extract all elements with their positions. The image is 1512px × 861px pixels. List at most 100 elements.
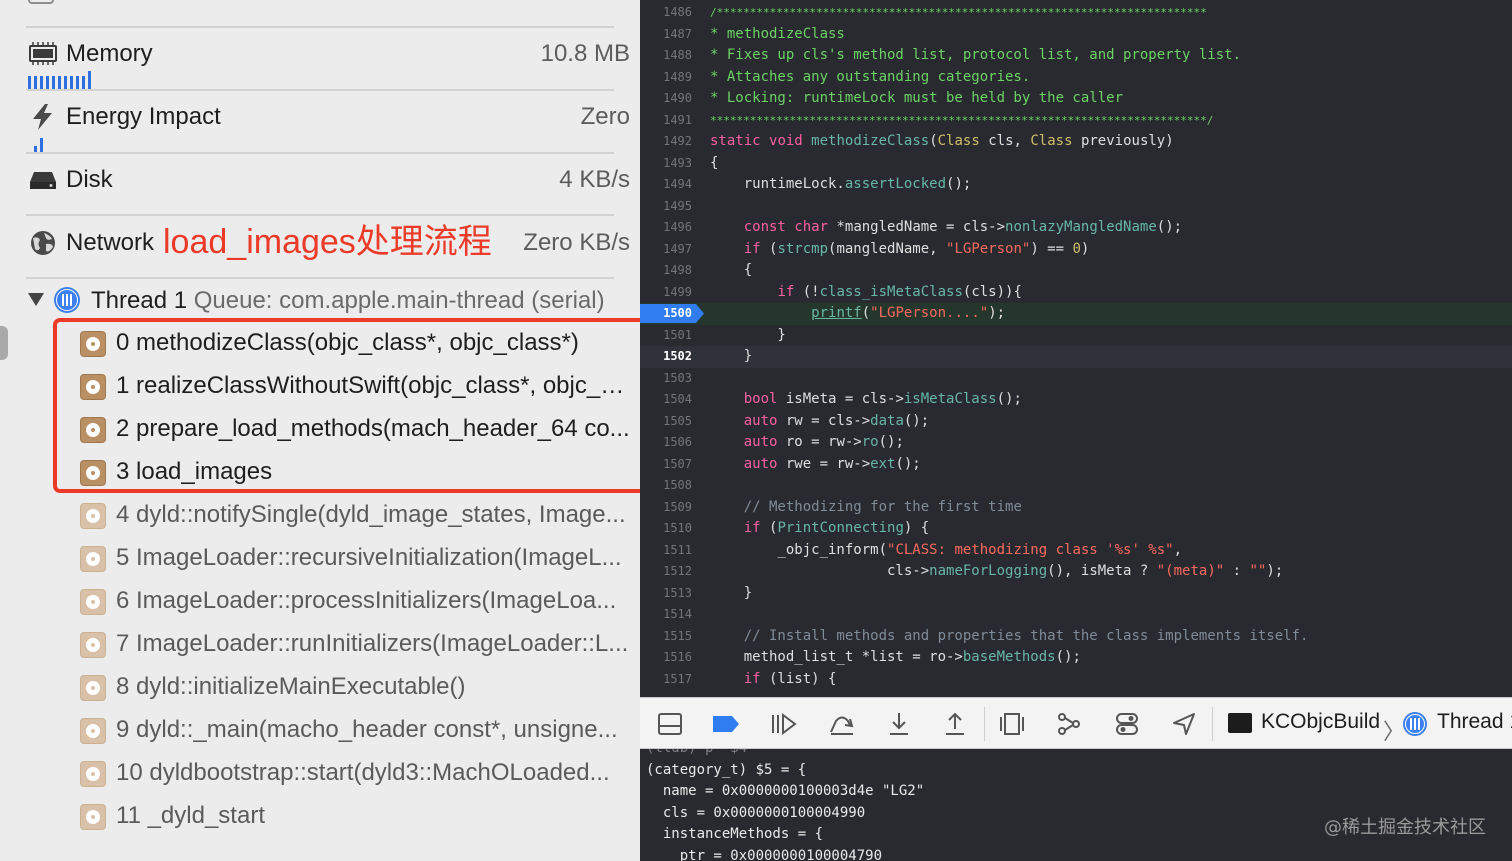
thread-breadcrumb[interactable]: Thread 1 xyxy=(1437,710,1512,734)
line-number: 1503 xyxy=(663,370,692,385)
code-line[interactable]: 1488 * Fixes up cls's method list, protoc… xyxy=(640,45,1512,67)
code-line[interactable]: 1501 } xyxy=(640,325,1512,347)
line-number: 1493 xyxy=(663,155,692,170)
code-text: } xyxy=(710,348,753,364)
highlight-box xyxy=(53,318,640,493)
line-number: 1516 xyxy=(663,650,692,664)
code-line[interactable]: 1496 const char *mangledName = cls->nonl… xyxy=(640,217,1512,239)
breakpoints-toggle-icon[interactable] xyxy=(712,711,740,737)
memory-gauge[interactable]: Memory 10.8 MB xyxy=(26,29,630,89)
code-line[interactable]: 1514 xyxy=(640,604,1512,626)
step-into-icon[interactable] xyxy=(886,711,912,737)
splitter-handle[interactable] xyxy=(0,326,8,360)
code-line[interactable]: 1515 // Install methods and properties t… xyxy=(640,626,1512,648)
line-number: 1511 xyxy=(663,542,692,557)
memory-usage-bars xyxy=(28,71,91,89)
line-number: 1496 xyxy=(663,220,692,234)
hide-debug-area-icon[interactable] xyxy=(657,711,683,737)
stack-frame[interactable]: 10 dyldbootstrap::start(dyld3::MachOLoad… xyxy=(80,752,632,795)
debug-memory-graph-icon[interactable] xyxy=(1056,711,1082,737)
scheme-breadcrumb[interactable]: KCObjcBuild xyxy=(1261,710,1380,734)
code-line[interactable]: 1512 cls->nameForLogging(), isMeta ? "(m… xyxy=(640,561,1512,583)
line-number: 1508 xyxy=(663,478,692,492)
code-line[interactable]: 1509 // Methodizing for the first time xyxy=(640,497,1512,519)
code-line[interactable]: 1499 if (!class_isMetaClass(cls)){ xyxy=(640,282,1512,304)
continue-icon[interactable] xyxy=(769,711,797,737)
line-number: 1506 xyxy=(663,435,692,449)
divider xyxy=(26,89,614,91)
code-line[interactable]: 1513 } xyxy=(640,583,1512,605)
step-out-icon[interactable] xyxy=(942,711,968,737)
lldb-console[interactable]: (lldb) p *$4 (category_t) $5 = { name = … xyxy=(640,749,1512,861)
console-line: instanceMethods = { xyxy=(646,826,824,842)
code-line[interactable]: 1494 runtimeLock.assertLocked(); xyxy=(640,174,1512,196)
stack-frame[interactable]: 8 dyld::initializeMainExecutable() xyxy=(80,666,632,709)
code-line[interactable]: 1500 printf("LGPerson...."); xyxy=(640,303,1512,325)
line-number: 1517 xyxy=(663,671,692,686)
code-line[interactable]: 1490 * Locking: runtimeLock must be held … xyxy=(640,88,1512,110)
stack-frame[interactable]: 6 ImageLoader::processInitializers(Image… xyxy=(80,580,632,623)
console-line: (category_t) $5 = { xyxy=(646,762,807,778)
code-line[interactable]: 1493 { xyxy=(640,153,1512,175)
code-line[interactable]: 1497 if (strcmp(mangledName, "LGPerson")… xyxy=(640,239,1512,261)
disclosure-triangle-icon[interactable] xyxy=(28,293,44,306)
code-text: method_list_t *list = ro->baseMethods(); xyxy=(710,649,1081,665)
code-text: * methodizeClass xyxy=(710,25,845,42)
divider xyxy=(1212,707,1213,741)
code-line[interactable]: 1505 auto rw = cls->data(); xyxy=(640,411,1512,433)
code-line[interactable]: 1495 xyxy=(640,196,1512,218)
line-number: 1515 xyxy=(663,628,692,643)
divider xyxy=(26,277,614,279)
gear-icon xyxy=(80,632,106,658)
stack-frame[interactable]: 9 dyld::_main(macho_header const*, unsig… xyxy=(80,709,632,752)
code-line[interactable]: 1502 } xyxy=(640,346,1512,368)
code-text: const char *mangledName = cls->nonlazyMa… xyxy=(743,219,1183,235)
stack-frame[interactable]: 5 ImageLoader::recursiveInitialization(I… xyxy=(80,537,632,580)
code-line[interactable]: 1486 /***********************************… xyxy=(640,2,1512,24)
code-line[interactable]: 1492 static void methodizeClass(Class cls… xyxy=(640,131,1512,153)
stack-frame-label: 8 dyld::initializeMainExecutable() xyxy=(116,673,466,700)
debug-view-hierarchy-icon[interactable] xyxy=(999,711,1025,737)
source-editor[interactable]: 1486 /***********************************… xyxy=(640,0,1512,697)
step-over-icon[interactable] xyxy=(828,711,856,737)
energy-impact-gauge[interactable]: Energy Impact Zero xyxy=(26,92,630,152)
stack-frame[interactable]: 7 ImageLoader::runInitializers(ImageLoad… xyxy=(80,623,632,666)
line-number: 1513 xyxy=(663,585,692,600)
code-line[interactable]: 1507 auto rwe = rw->ext(); xyxy=(640,454,1512,476)
simulate-location-icon[interactable] xyxy=(1171,711,1197,737)
stack-frame[interactable]: 4 dyld::notifySingle(dyld_image_states, … xyxy=(80,494,632,537)
gear-icon xyxy=(80,804,106,830)
disk-label: Disk xyxy=(66,166,113,193)
code-text: auto ro = rw->ro(); xyxy=(743,434,904,450)
code-line[interactable]: 1508 xyxy=(640,475,1512,497)
line-number: 1509 xyxy=(663,499,692,514)
code-text: } xyxy=(710,326,786,343)
code-line[interactable]: 1506 auto ro = rw->ro(); xyxy=(640,432,1512,454)
code-line[interactable]: 1516 method_list_t *list = ro->baseMetho… xyxy=(640,647,1512,669)
code-text: // Install methods and properties that t… xyxy=(743,627,1309,644)
stack-frame-label: 11 _dyld_start xyxy=(116,802,265,829)
line-number: 1500 xyxy=(663,306,692,320)
code-line[interactable]: 1511 _objc_inform("CLASS: methodizing cl… xyxy=(640,540,1512,562)
line-number: 1504 xyxy=(663,392,692,406)
line-number: 1502 xyxy=(663,349,692,363)
code-line[interactable]: 1491 ************************************… xyxy=(640,110,1512,132)
energy-impact-label: Energy Impact xyxy=(66,103,221,130)
code-line[interactable]: 1487 * methodizeClass xyxy=(640,24,1512,46)
code-line[interactable]: 1498 { xyxy=(640,260,1512,282)
code-line[interactable]: 1510 if (PrintConnecting) { xyxy=(640,518,1512,540)
stack-frame-label: 7 ImageLoader::runInitializers(ImageLoad… xyxy=(116,630,629,657)
code-line[interactable]: 1504 bool isMeta = cls->isMetaClass(); xyxy=(640,389,1512,411)
thread-row[interactable]: Thread 1 Queue: com.apple.main-thread (s… xyxy=(26,283,630,321)
memory-value: 10.8 MB xyxy=(540,40,630,67)
code-text: { xyxy=(710,154,719,171)
network-value: Zero KB/s xyxy=(523,229,630,256)
thread-icon xyxy=(54,287,80,313)
stack-frame[interactable]: 11 _dyld_start xyxy=(80,795,632,838)
line-number: 1489 xyxy=(663,69,692,84)
code-line[interactable]: 1489 * Attaches any outstanding categorie… xyxy=(640,67,1512,89)
code-line[interactable]: 1517 if (list) { xyxy=(640,669,1512,691)
code-line[interactable]: 1503 xyxy=(640,368,1512,390)
disk-gauge[interactable]: Disk 4 KB/s xyxy=(26,155,630,215)
environment-overrides-icon[interactable] xyxy=(1114,711,1140,737)
